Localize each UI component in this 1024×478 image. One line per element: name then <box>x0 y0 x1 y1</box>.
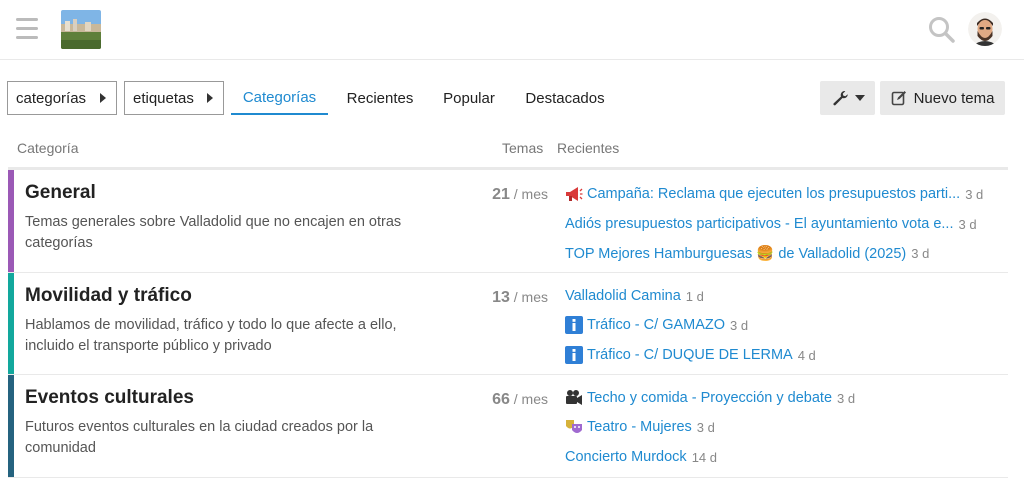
topic-link[interactable]: Techo y comida - Proyección y debate <box>587 390 832 406</box>
list-item: Concierto Murdock 14 d <box>565 446 1008 468</box>
categories-dropdown[interactable]: categorías <box>7 81 117 115</box>
list-item: Tráfico - C/ DUQUE DE LERMA 4 d <box>565 344 1008 366</box>
category-title[interactable]: General <box>25 182 96 204</box>
megaphone-icon <box>565 185 583 203</box>
navigation-bar: categorías etiquetas Categorías Reciente… <box>0 76 1024 120</box>
list-item: TOP Mejores Hamburguesas 🍔 de Valladolid… <box>565 242 1008 264</box>
info-icon <box>565 316 583 334</box>
topic-count: 21 / mes <box>492 186 548 204</box>
category-title[interactable]: Movilidad y tráfico <box>25 285 192 307</box>
category-color-stripe <box>8 273 14 374</box>
topic-link[interactable]: Tráfico - C/ GAMAZO <box>587 317 725 333</box>
topic-link[interactable]: Tráfico - C/ DUQUE DE LERMA <box>587 347 793 363</box>
list-item: Techo y comida - Proyección y debate 3 d <box>565 387 1008 409</box>
tab-categories[interactable]: Categorías <box>231 81 328 115</box>
tab-featured[interactable]: Destacados <box>515 81 615 115</box>
topic-age: 14 d <box>691 449 717 465</box>
category-description: Temas generales sobre Valladolid que no … <box>25 214 402 251</box>
site-header <box>0 0 1024 60</box>
topic-link[interactable]: TOP Mejores Hamburguesas 🍔 de Valladolid… <box>565 245 906 262</box>
topic-count-period: / mes <box>513 289 548 305</box>
chevron-down-icon <box>854 95 865 101</box>
topic-link[interactable]: Concierto Murdock <box>565 449 687 465</box>
topic-count-number: 21 <box>492 186 510 203</box>
topic-link[interactable]: Campaña: Reclama que ejecuten los presup… <box>587 186 960 202</box>
topic-count: 66 / mes <box>492 391 548 409</box>
category-description: Futuros eventos culturales en la ciudad … <box>25 419 374 456</box>
list-item: Adiós presupuestos participativos - El a… <box>565 213 1008 235</box>
caret-right-icon <box>100 93 106 103</box>
topic-age: 3 d <box>696 419 715 435</box>
topic-count: 13 / mes <box>492 289 548 307</box>
topic-age: 4 d <box>797 347 816 363</box>
category-description: Hablamos de movilidad, tráfico y todo lo… <box>25 317 397 354</box>
info-icon <box>565 346 583 364</box>
topic-link[interactable]: Teatro - Mujeres <box>587 419 692 435</box>
list-item: Tráfico - C/ GAMAZO 3 d <box>565 314 1008 336</box>
film-camera-icon <box>565 389 583 407</box>
list-item: Teatro - Mujeres 3 d <box>565 416 1008 438</box>
tab-recent[interactable]: Recientes <box>338 81 422 115</box>
user-avatar[interactable] <box>968 12 1002 46</box>
admin-tools-button[interactable] <box>820 81 875 115</box>
column-header-recent: Recientes <box>557 140 620 156</box>
category-color-stripe <box>8 170 14 272</box>
list-item: Campaña: Reclama que ejecuten los presup… <box>565 183 1008 205</box>
topic-count-number: 13 <box>492 289 510 306</box>
topic-count-number: 66 <box>492 391 510 408</box>
category-title[interactable]: Eventos culturales <box>25 387 194 409</box>
topic-age: 3 d <box>730 317 749 333</box>
category-row-mobility: Movilidad y tráfico Hablamos de movilida… <box>8 273 1008 375</box>
topic-age: 3 d <box>911 245 930 261</box>
theater-masks-icon <box>565 418 583 436</box>
site-logo[interactable] <box>61 10 101 49</box>
category-row-general: General Temas generales sobre Valladolid… <box>8 170 1008 273</box>
tags-dropdown-label: etiquetas <box>133 89 194 107</box>
new-topic-label: Nuevo tema <box>913 89 995 107</box>
topic-age: 3 d <box>965 186 984 202</box>
topic-link[interactable]: Valladolid Camina <box>565 288 681 304</box>
new-topic-button[interactable]: Nuevo tema <box>880 81 1005 115</box>
topic-count-period: / mes <box>513 186 548 202</box>
edit-icon <box>891 91 906 106</box>
categories-dropdown-label: categorías <box>16 89 87 107</box>
category-row-cultural-events: Eventos culturales Futuros eventos cultu… <box>8 375 1008 478</box>
caret-right-icon <box>207 93 213 103</box>
categories-table-header: Categoría Temas Recientes <box>8 130 1008 170</box>
column-header-category: Categoría <box>17 140 79 156</box>
column-header-topics: Temas <box>502 140 544 156</box>
category-color-stripe <box>8 375 14 477</box>
topic-age: 3 d <box>837 390 856 406</box>
topic-age: 1 d <box>685 288 704 304</box>
hamburger-icon[interactable] <box>16 18 38 39</box>
search-icon[interactable] <box>928 16 956 44</box>
list-item: Valladolid Camina 1 d <box>565 285 1008 307</box>
tags-dropdown[interactable]: etiquetas <box>124 81 224 115</box>
topic-age: 3 d <box>958 216 977 232</box>
wrench-icon <box>832 91 848 106</box>
topic-link[interactable]: Adiós presupuestos participativos - El a… <box>565 216 953 232</box>
tab-popular[interactable]: Popular <box>434 81 504 115</box>
topic-count-period: / mes <box>513 391 548 407</box>
